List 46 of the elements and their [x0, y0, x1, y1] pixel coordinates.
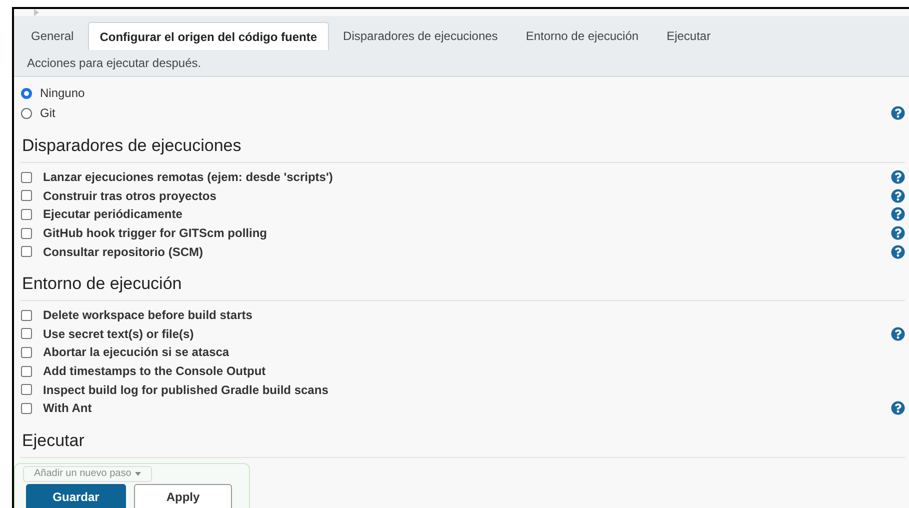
- checkbox-label: With Ant: [43, 400, 92, 418]
- help-icon[interactable]: [891, 207, 905, 222]
- caret-icon: [135, 472, 142, 476]
- section-heading: Disparadores de ejecuciones: [21, 136, 242, 155]
- tab[interactable]: Disparadores de ejecuciones: [333, 22, 508, 50]
- help-icon[interactable]: [891, 326, 905, 341]
- checkbox-label: Lanzar ejecuciones remotas (ejem: desde 'scripts'): [43, 169, 333, 186]
- checkbox[interactable]: [21, 402, 32, 414]
- checkbox-label: Construir tras otros proyectos: [43, 188, 216, 205]
- checkbox-label: Use secret text(s) or file(s): [43, 326, 194, 343]
- checkbox[interactable]: [21, 384, 32, 396]
- help-icon[interactable]: [891, 106, 905, 120]
- checkbox[interactable]: [21, 190, 32, 202]
- apply-button[interactable]: Apply: [134, 484, 232, 508]
- tab[interactable]: Configurar el origen del código fuente: [88, 22, 330, 50]
- section-heading: Entorno de ejecución: [21, 274, 182, 293]
- checkbox[interactable]: [21, 208, 32, 220]
- checkbox-label: GitHub hook trigger for GITScm polling: [43, 225, 267, 242]
- radio-button[interactable]: [21, 108, 32, 118]
- radio-label: Git: [40, 105, 56, 122]
- help-icon[interactable]: [891, 188, 905, 203]
- checkbox[interactable]: [21, 366, 32, 377]
- checkbox-label: Add timestamps to the Console Output: [43, 363, 266, 380]
- help-icon[interactable]: [891, 401, 905, 416]
- section-heading: Ejecutar: [21, 430, 84, 450]
- help-icon[interactable]: [891, 226, 905, 240]
- checkbox-label: Abortar la ejecución si se atasca: [43, 344, 230, 362]
- checkbox[interactable]: [21, 346, 32, 358]
- checkbox-label: Delete workspace before build starts: [43, 307, 252, 324]
- help-icon[interactable]: [891, 244, 905, 259]
- checkbox-label: Consultar repositorio (SCM): [43, 244, 204, 261]
- tab[interactable]: Entorno de ejecución: [516, 22, 649, 50]
- checkbox[interactable]: [21, 228, 32, 239]
- radio-label: Ninguno: [40, 85, 85, 102]
- save-button[interactable]: Guardar: [26, 484, 126, 508]
- checkbox-label: Inspect build log for published Gradle build scans: [43, 382, 328, 399]
- checkbox-label: Ejecutar periódicamente: [43, 206, 182, 224]
- radio-button[interactable]: [21, 88, 32, 98]
- checkbox[interactable]: [21, 310, 32, 321]
- checkbox[interactable]: [21, 246, 32, 258]
- checkbox[interactable]: [21, 328, 32, 340]
- tab[interactable]: Acciones para ejecutar después.: [17, 54, 212, 72]
- tab[interactable]: Ejecutar: [656, 22, 721, 50]
- checkbox[interactable]: [21, 172, 32, 183]
- help-icon[interactable]: [891, 170, 905, 184]
- tab[interactable]: General: [21, 22, 84, 50]
